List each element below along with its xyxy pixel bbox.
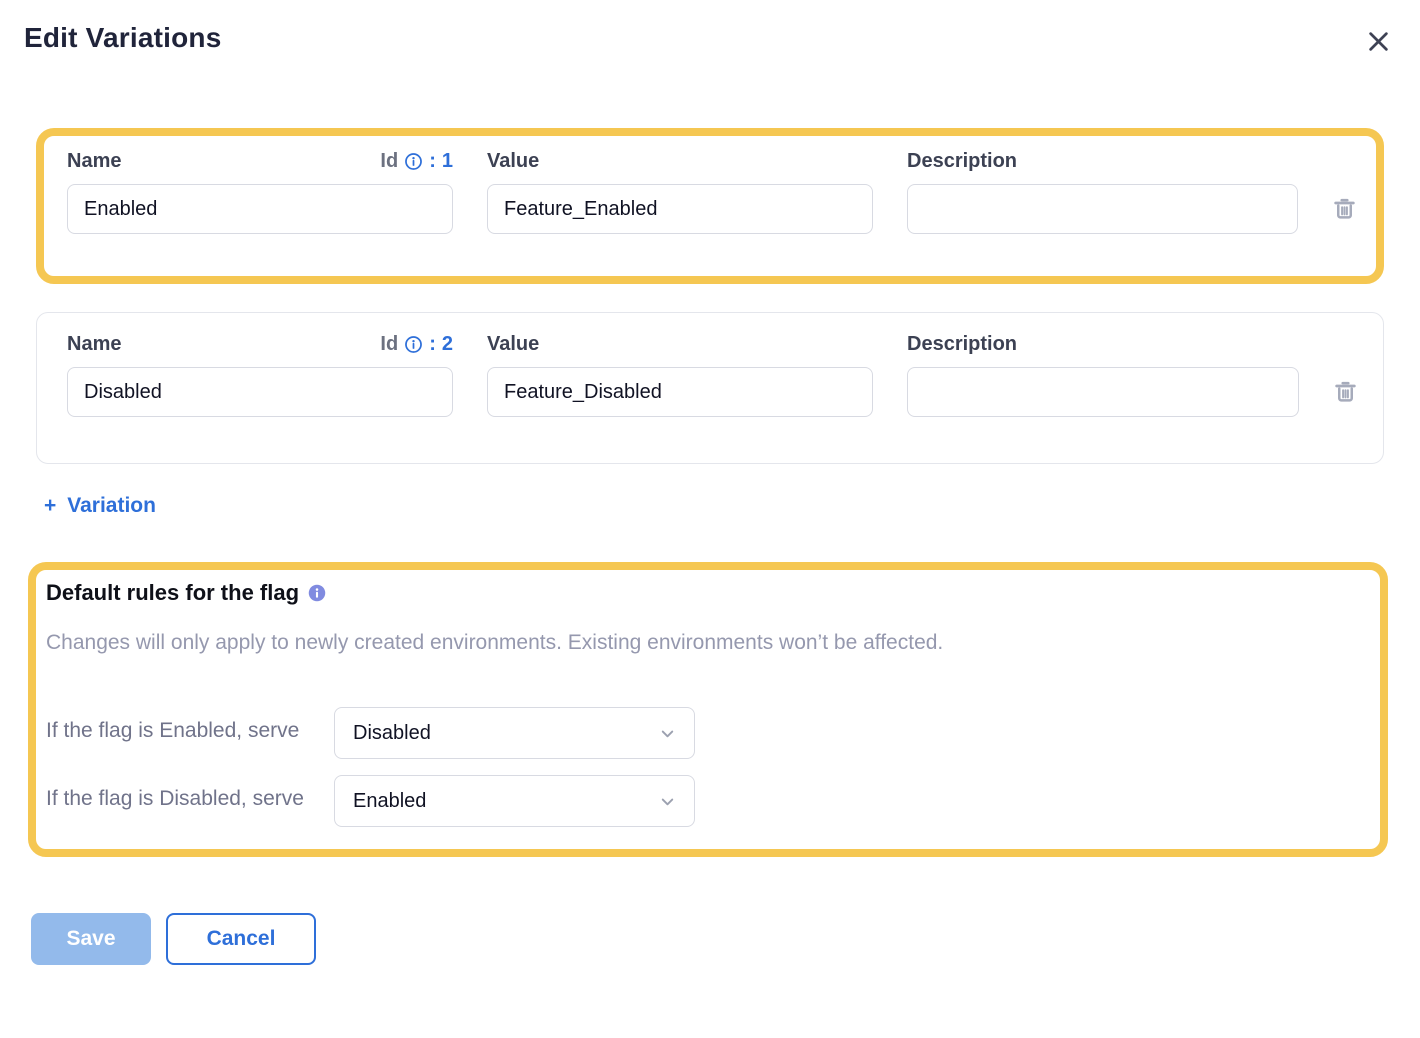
default-rules-note: Changes will only apply to newly created… xyxy=(46,629,1364,657)
variation-value-input[interactable] xyxy=(487,184,873,234)
info-icon xyxy=(404,335,423,354)
value-field-1: Value xyxy=(487,148,873,234)
name-label: Name xyxy=(67,333,121,356)
rule-label-disabled: If the flag is Disabled, serve xyxy=(46,775,334,814)
trash-icon xyxy=(1333,379,1358,404)
variation-id-badge: Id : 1 xyxy=(380,150,453,173)
value-label: Value xyxy=(487,150,539,173)
chevron-down-icon xyxy=(658,792,677,811)
rule-row-disabled: If the flag is Disabled, serve Enabled xyxy=(46,775,1364,827)
edit-variations-dialog: Edit Variations Name Id xyxy=(0,0,1420,1038)
info-filled-icon xyxy=(308,584,326,602)
delete-variation-button[interactable] xyxy=(1333,379,1358,404)
variation-id-value: 1 xyxy=(442,150,453,173)
close-button[interactable] xyxy=(1361,24,1396,59)
description-label: Description xyxy=(907,333,1017,356)
id-separator: : xyxy=(429,333,436,356)
id-separator: : xyxy=(429,150,436,173)
variation-description-input[interactable] xyxy=(907,184,1298,234)
variation-name-input[interactable] xyxy=(67,367,453,417)
variation-value-input[interactable] xyxy=(487,367,873,417)
rule-row-enabled: If the flag is Enabled, serve Disabled xyxy=(46,707,1364,759)
description-label: Description xyxy=(907,150,1017,173)
delete-variation-cell xyxy=(1333,331,1359,409)
chevron-down-icon xyxy=(658,724,677,743)
value-label: Value xyxy=(487,333,539,356)
add-variation-label: Variation xyxy=(67,494,156,518)
dialog-footer: Save Cancel xyxy=(31,913,1396,965)
serve-select-enabled-value: Disabled xyxy=(353,722,431,745)
name-label: Name xyxy=(67,150,121,173)
variation-id-value: 2 xyxy=(442,333,453,356)
variation-card-2: Name Id : 2 Value xyxy=(36,312,1384,464)
serve-select-enabled[interactable]: Disabled xyxy=(334,707,695,759)
serve-select-disabled-value: Enabled xyxy=(353,790,426,813)
name-field-1: Name Id : 1 xyxy=(67,148,453,234)
delete-variation-cell xyxy=(1332,148,1358,226)
description-field-2: Description xyxy=(907,331,1299,417)
trash-icon xyxy=(1332,196,1357,221)
save-button[interactable]: Save xyxy=(31,913,151,965)
rule-label-enabled: If the flag is Enabled, serve xyxy=(46,707,334,746)
description-field-1: Description xyxy=(907,148,1298,234)
dialog-header: Edit Variations xyxy=(24,22,1396,59)
default-rules-title: Default rules for the flag xyxy=(46,580,299,606)
variation-name-input[interactable] xyxy=(67,184,453,234)
close-icon xyxy=(1365,28,1392,55)
delete-variation-button[interactable] xyxy=(1332,196,1357,221)
plus-icon: + xyxy=(44,494,56,518)
dialog-title: Edit Variations xyxy=(24,22,222,54)
serve-select-disabled[interactable]: Enabled xyxy=(334,775,695,827)
default-rules-section: Default rules for the flag Changes will … xyxy=(28,562,1388,857)
name-field-2: Name Id : 2 xyxy=(67,331,453,417)
variation-description-input[interactable] xyxy=(907,367,1299,417)
cancel-button[interactable]: Cancel xyxy=(166,913,316,965)
value-field-2: Value xyxy=(487,331,873,417)
variation-id-badge: Id : 2 xyxy=(380,333,453,356)
info-icon xyxy=(404,152,423,171)
variation-card-1: Name Id : 1 Value xyxy=(36,128,1384,284)
add-variation-link[interactable]: + Variation xyxy=(44,494,156,518)
